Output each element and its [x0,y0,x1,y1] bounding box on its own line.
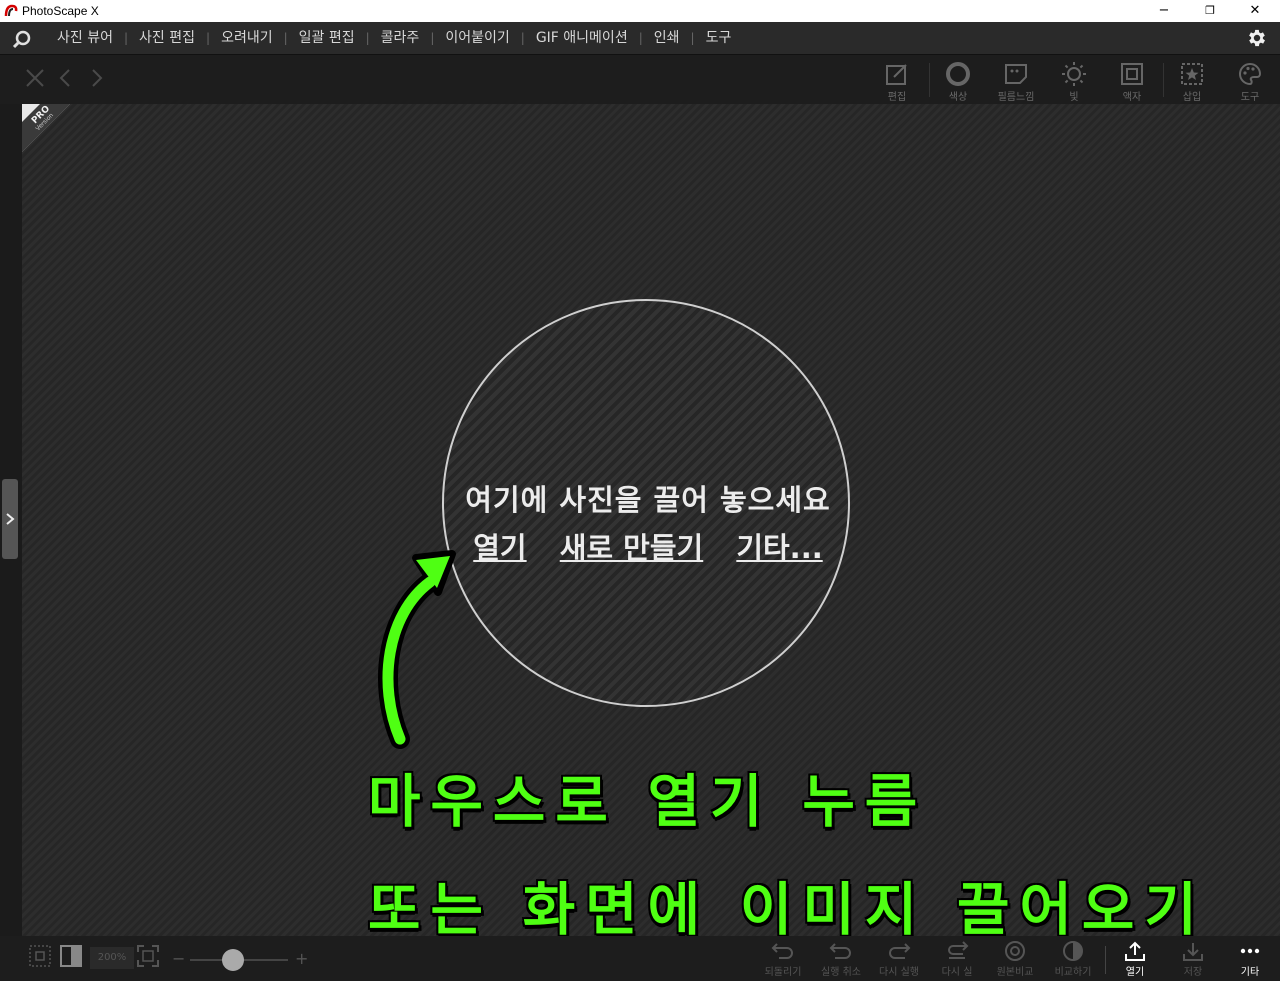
more-link[interactable]: 기타... [736,531,822,565]
tool-film-label: 필름느낌 [997,92,1035,103]
chevron-left-icon[interactable] [55,67,77,89]
revert-button[interactable]: 되돌리기 [754,940,812,978]
tool-insert-label: 삽입 [1182,92,1202,103]
sun-icon [1062,62,1086,86]
menu-gif-animation[interactable]: GIF 애니메이션 [525,22,639,54]
title-bar: PhotoScape X − ❐ ✕ [0,0,1280,22]
drop-links: 열기 새로 만들기 기타... [444,525,852,567]
sidebar-expand-handle[interactable] [2,479,18,559]
undo-label: 실행 취소 [821,967,861,978]
drop-instruction: 여기에 사진을 끌어 놓으세요 [465,483,831,517]
tool-color[interactable]: 색상 [930,59,986,103]
window-title: PhotoScape X [22,4,99,18]
annotation-line-2: 또는 화면에 이미지 끌어오기 [368,877,1207,936]
redo-button[interactable]: 다시 실행 [870,940,928,978]
tool-color-label: 색상 [948,92,968,103]
menu-photo-editor[interactable]: 사진 편집 [128,22,206,54]
menu-items: 사진 뷰어 | 사진 편집 | 오려내기 | 일괄 편집 | 콜라주 | 이어붙… [46,22,742,54]
minimize-button[interactable]: − [1141,0,1187,22]
redo-all-button[interactable]: 다시 실 [928,940,986,978]
save-download-icon [1183,943,1203,961]
more-label: 기타 [1240,967,1260,978]
menu-collage[interactable]: 콜라주 [370,22,431,54]
zoom-level[interactable]: 200% [90,947,134,969]
revert-label: 되돌리기 [764,967,802,978]
split-view-icon[interactable] [59,944,83,968]
save-label: 저장 [1183,967,1203,978]
drop-zone-circle[interactable]: 여기에 사진을 끌어 놓으세요 열기 새로 만들기 기타... [442,299,850,707]
app-logo-icon [4,4,18,17]
close-button[interactable]: ✕ [1232,0,1278,22]
nav-controls [24,67,112,93]
editor-toolbar: 편집 색상 필름느낌 빛 액자 삽입 도구 [0,55,1280,104]
tool-frame[interactable]: 액자 [1104,59,1160,103]
fit-screen-icon[interactable] [136,944,160,968]
tool-light-label: 빛 [1069,92,1079,103]
undo-button[interactable]: 실행 취소 [812,940,870,978]
redo-label: 다시 실행 [879,967,919,978]
open-button[interactable]: 열기 [1106,940,1164,978]
zoom-out-button[interactable]: − [172,949,185,968]
tool-frame-label: 액자 [1122,92,1142,103]
menu-cut-out[interactable]: 오려내기 [210,22,284,54]
insert-star-icon [1181,63,1203,85]
undo-icon [829,943,851,959]
compare-icon [1063,941,1083,961]
photoscape-logo-icon[interactable] [12,29,32,49]
drop-canvas[interactable]: PRO Version 여기에 사진을 끌어 놓으세요 열기 새로 만들기 기타… [22,104,1280,936]
tool-insert[interactable]: 삽입 [1164,59,1220,103]
zoom-slider-thumb[interactable] [222,949,244,971]
tool-film[interactable]: 필름느낌 [988,59,1044,103]
restore-button[interactable]: ❐ [1187,0,1233,22]
menu-tools[interactable]: 도구 [695,22,743,54]
menu-print[interactable]: 인쇄 [643,22,691,54]
menu-batch-editor[interactable]: 일괄 편집 [288,22,366,54]
tool-light[interactable]: 빛 [1046,59,1102,103]
palette-icon [1239,62,1262,86]
tool-tools[interactable]: 도구 [1222,59,1278,103]
pencil-square-icon [886,64,907,85]
more-dots-icon [1240,948,1260,954]
menu-combine[interactable]: 이어붙이기 [434,22,520,54]
save-button[interactable]: 저장 [1164,940,1222,978]
create-new-link[interactable]: 새로 만들기 [560,531,704,565]
compare-button[interactable]: 비교하기 [1044,940,1102,978]
compare-original-button[interactable]: 원본비교 [986,940,1044,978]
open-label: 열기 [1125,967,1145,978]
chevron-right-icon [6,513,15,525]
bottom-bar: 200% − + 되돌리기 실행 취소 다시 실행 다시 실 원본비교 비교하기… [0,936,1280,981]
chevron-right-icon[interactable] [86,67,108,89]
open-upload-icon [1125,941,1145,961]
pro-version-badge: PRO Version [22,104,70,152]
zoom-in-button[interactable]: + [295,949,308,968]
annotation-line-1: 마우스로 열기 누름 [368,769,928,835]
settings-gear-icon[interactable] [1246,27,1268,49]
redo-icon [889,943,911,959]
more-button[interactable]: 기타 [1221,940,1279,978]
compare-label: 비교하기 [1054,967,1092,978]
annotation-arrow-icon [377,550,456,749]
grid-select-icon[interactable] [28,944,52,968]
close-x-icon[interactable] [24,67,46,89]
compare-original-icon [1005,941,1025,961]
menu-bar: 사진 뷰어 | 사진 편집 | 오려내기 | 일괄 편집 | 콜라주 | 이어붙… [0,22,1280,55]
film-icon [1005,64,1027,84]
tool-edit-label: 편집 [887,92,907,103]
redo-all-label: 다시 실 [941,967,973,978]
redo-all-icon [948,941,969,959]
revert-icon [771,943,793,959]
tool-edit[interactable]: 편집 [869,59,925,103]
color-circle-icon [946,62,970,86]
menu-photo-viewer[interactable]: 사진 뷰어 [46,22,124,54]
compare-original-label: 원본비교 [996,967,1034,978]
frame-icon [1121,63,1143,85]
tool-tools-label: 도구 [1240,92,1260,103]
